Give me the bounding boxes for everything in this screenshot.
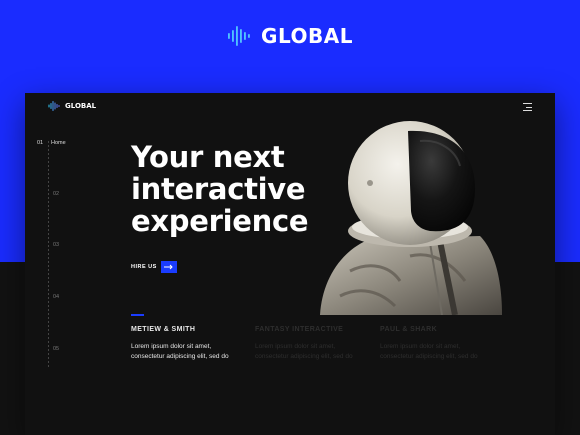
- sidebar-item-number: 04: [53, 294, 60, 300]
- website-preview-card: GLOBAL 01 Home 02 03 04 05 Your next int…: [25, 93, 555, 435]
- hire-us-label: HIRE US: [131, 264, 157, 270]
- sidebar-item-number: 03: [53, 242, 60, 248]
- project-description: Lorem ipsum dolor sit amet,: [131, 343, 212, 350]
- project-paul-shark[interactable]: PAUL & SHARK Lorem ipsum dolor sit amet,…: [380, 326, 500, 362]
- hire-us-button[interactable]: HIRE US: [131, 261, 177, 273]
- card-logo[interactable]: GLOBAL: [48, 101, 96, 111]
- project-title: FANTASY INTERACTIVE: [255, 326, 344, 333]
- project-title: PAUL & SHARK: [380, 326, 438, 333]
- sidebar-item-number: 01: [37, 140, 44, 146]
- active-project-indicator: [131, 314, 144, 316]
- project-description: consectetur adipiscing elit, sed do: [131, 353, 229, 360]
- sidebar-item-05[interactable]: 05: [53, 346, 63, 352]
- card-logo-name: GLOBAL: [65, 102, 97, 110]
- hero-title-line: Your next: [131, 140, 285, 174]
- sidebar-item-number: 02: [53, 191, 60, 197]
- brand-name: GLOBAL: [261, 24, 353, 48]
- project-description: Lorem ipsum dolor sit amet,: [255, 343, 336, 350]
- project-description: consectetur adipiscing elit, sed do: [255, 353, 353, 360]
- hamburger-menu-icon[interactable]: [523, 103, 532, 111]
- soundwave-logo-icon: [48, 101, 60, 111]
- sidebar-item-04[interactable]: 04: [53, 294, 63, 300]
- hero-title-line: interactive: [131, 172, 306, 206]
- project-fantasy-interactive[interactable]: FANTASY INTERACTIVE Lorem ipsum dolor si…: [255, 326, 375, 362]
- project-description: consectetur adipiscing elit, sed do: [380, 353, 478, 360]
- project-metiew-smith[interactable]: METIEW & SMITH Lorem ipsum dolor sit ame…: [131, 326, 251, 362]
- brand-header: GLOBAL: [0, 24, 580, 48]
- sidebar-item-01[interactable]: 01 Home: [37, 140, 66, 146]
- project-title: METIEW & SMITH: [131, 326, 196, 333]
- project-description: Lorem ipsum dolor sit amet,: [380, 343, 461, 350]
- soundwave-logo-icon: [228, 26, 251, 46]
- hero-title: Your next interactive experience: [131, 141, 331, 237]
- card-header: GLOBAL: [25, 93, 555, 121]
- sidebar-dotted-line: [48, 141, 49, 367]
- sidebar-item-02[interactable]: 02: [53, 191, 63, 197]
- sidebar-item-label: Home: [51, 140, 66, 146]
- hero-title-line: experience: [131, 204, 309, 238]
- arrow-right-icon: [160, 261, 177, 273]
- sidebar-item-number: 05: [53, 346, 60, 352]
- sidebar-item-03[interactable]: 03: [53, 242, 63, 248]
